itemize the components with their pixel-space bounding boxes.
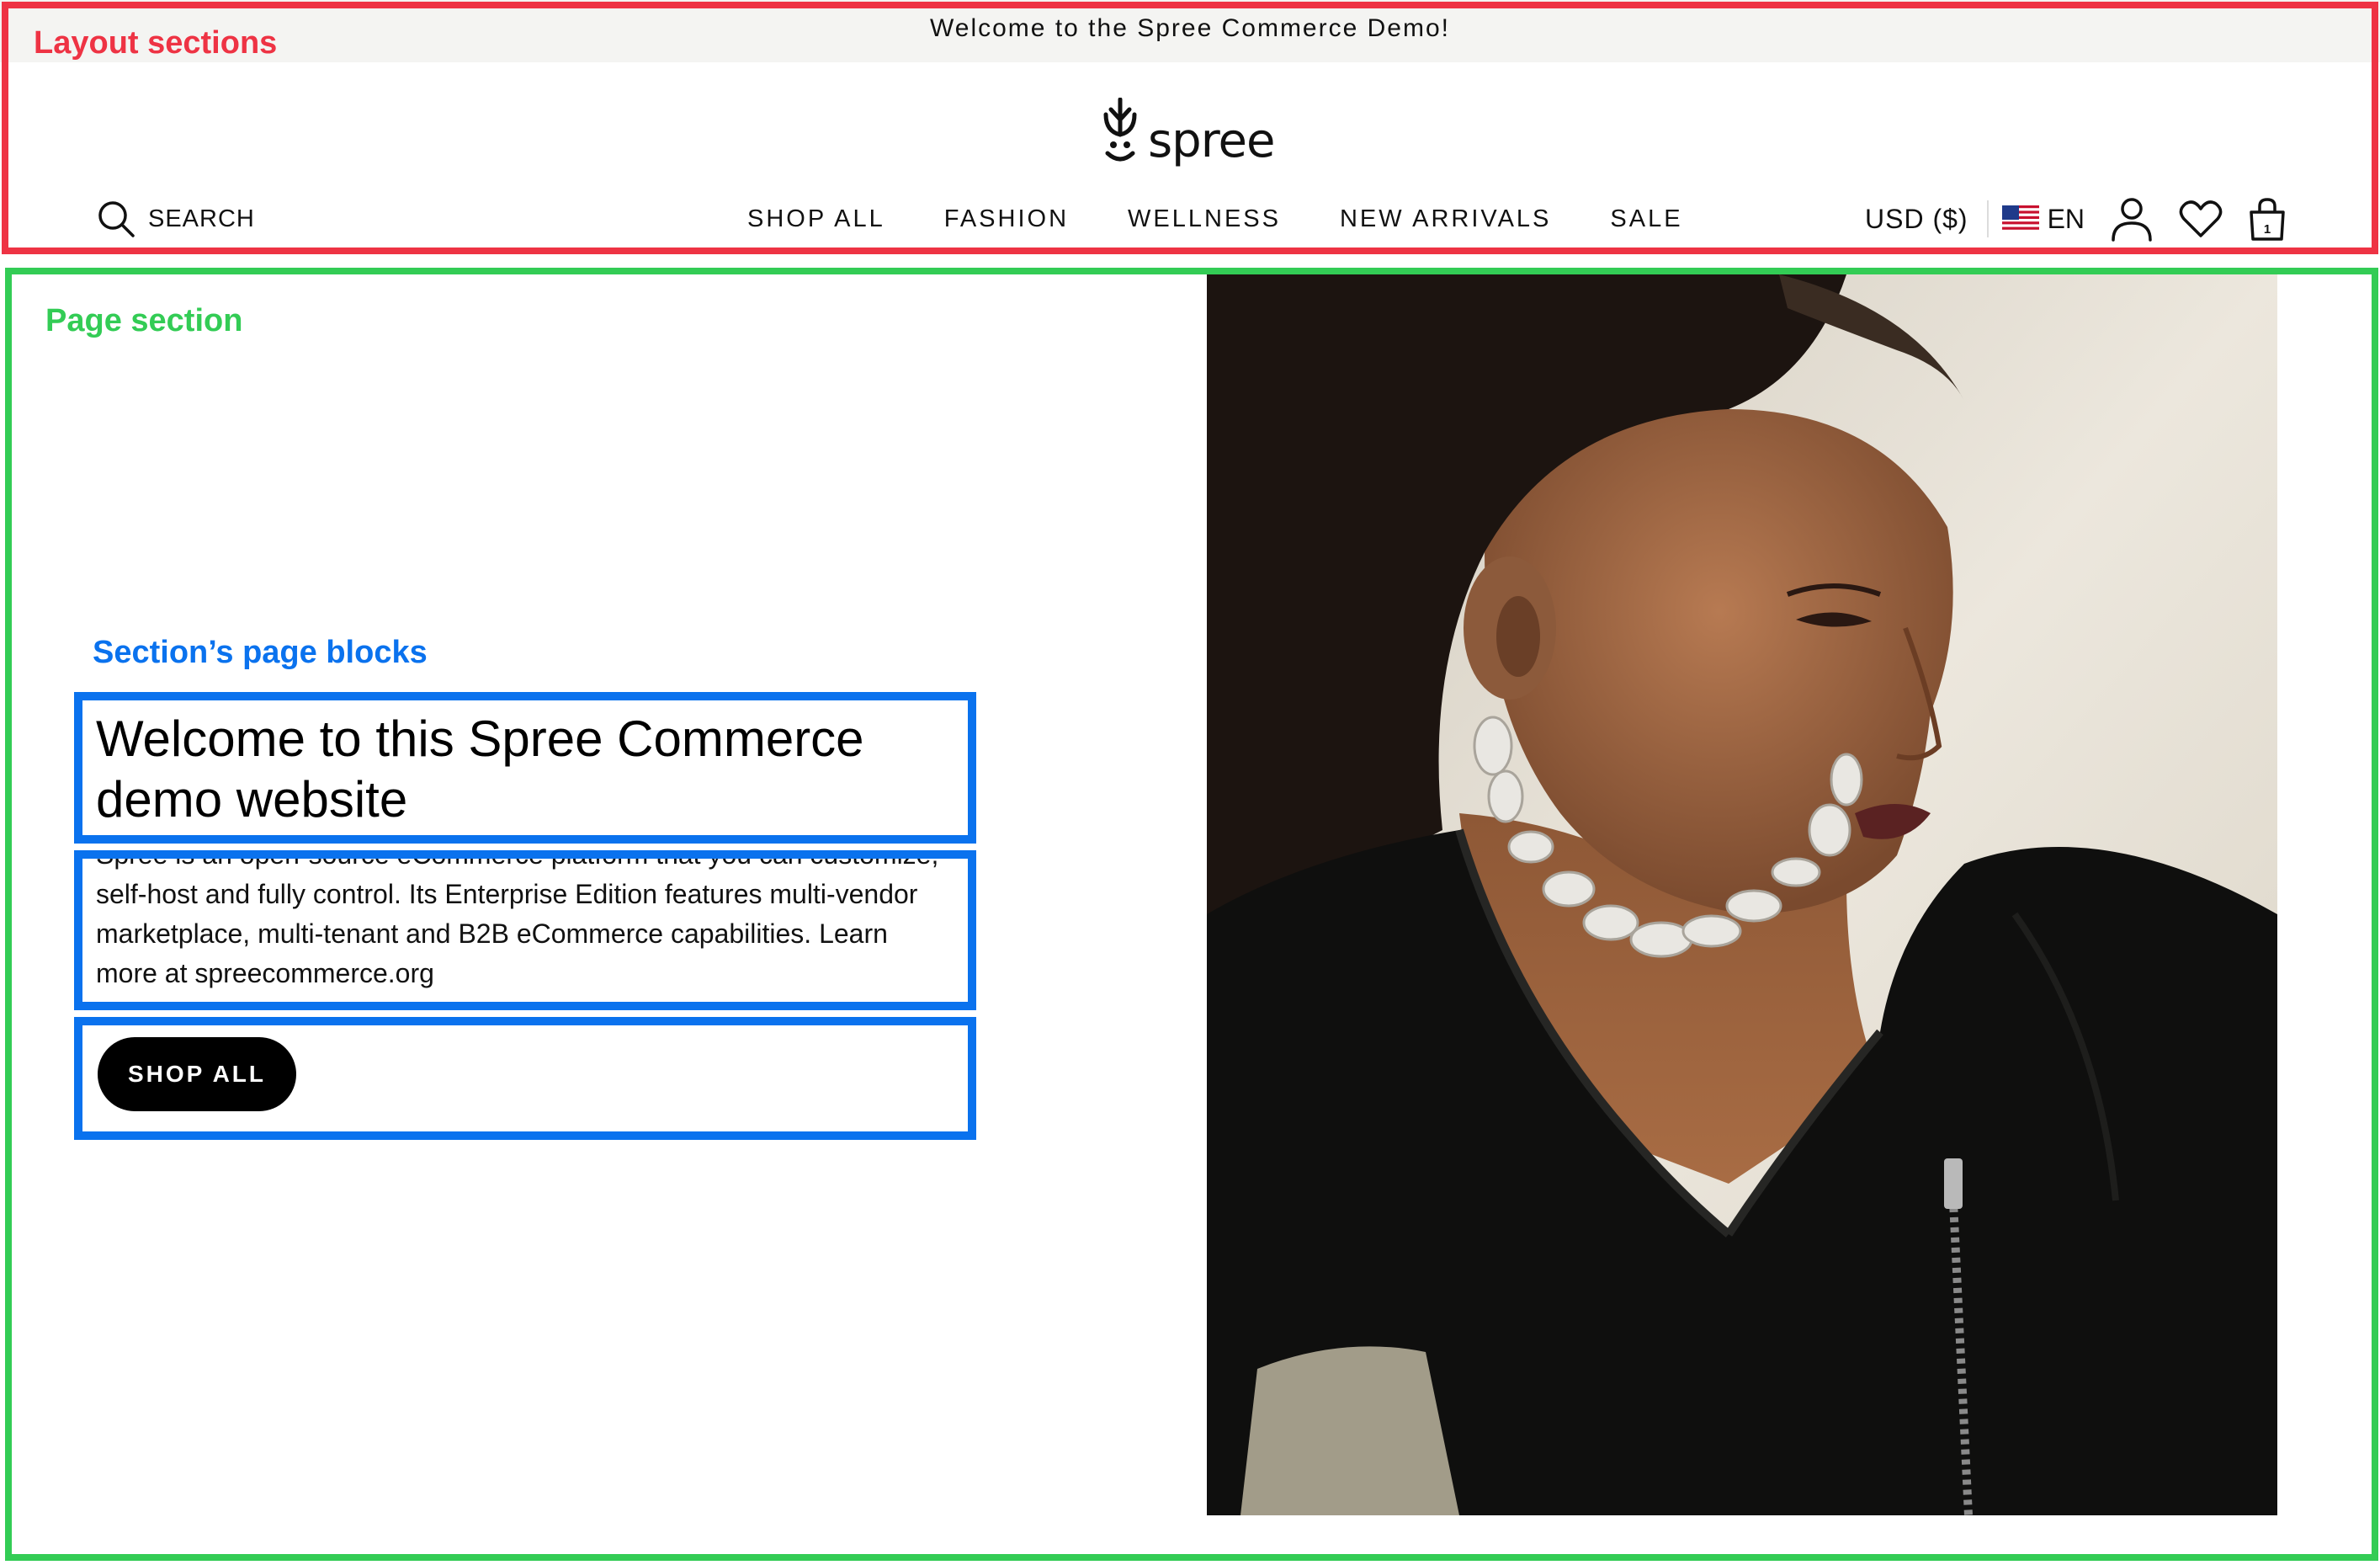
hero-description-text: Spree is an open-source eCommerce platfo… [96,850,939,988]
nav-new-arrivals[interactable]: NEW ARRIVALS [1340,205,1551,233]
hero-model-photo [1207,274,2277,1515]
spree-logo[interactable]: spree [1099,93,1275,168]
hero-description: Spree is an open-source eCommerce platfo… [96,850,954,1005]
announcement-bar: Welcome to the Spree Commerce Demo! [0,0,2380,62]
nav-fashion[interactable]: FASHION [944,205,1069,233]
page-section-label: Page section [45,303,243,338]
language-label: EN [2047,203,2085,234]
main-navigation: SHOP ALL FASHION WELLNESS NEW ARRIVALS S… [747,202,1683,236]
nav-shop-all[interactable]: SHOP ALL [747,205,885,233]
language-selector[interactable]: EN [2001,203,2085,235]
page-blocks-label: Section’s page blocks [93,635,428,670]
logo-text: spree [1148,114,1275,168]
cart-button[interactable]: 1 [2248,197,2287,241]
hero-title: Welcome to this Spree Commerce demo webs… [96,711,864,828]
header-utilities: USD ($) EN 1 [1865,192,2287,246]
nav-wellness[interactable]: WELLNESS [1128,205,1281,233]
search-label: SEARCH [148,205,255,232]
cart-count: 1 [2264,222,2271,237]
hero-image [1207,274,2277,1515]
cart-bag-icon: 1 [2250,198,2285,241]
layout-sections-label: Layout sections [34,25,278,61]
wishlist-heart-icon [2179,200,2223,237]
spree-logo-icon [1103,98,1137,162]
shop-all-button[interactable]: SHOP ALL [98,1037,296,1111]
flag-us-icon [2001,205,2039,232]
search-button[interactable]: SEARCH [96,195,255,242]
search-icon [98,201,135,237]
nav-sale[interactable]: SALE [1610,205,1682,233]
currency-selector[interactable]: USD ($) [1865,200,1989,237]
announcement-text: Welcome to the Spree Commerce Demo! [930,14,1450,42]
account-button[interactable] [2110,196,2154,242]
wishlist-button[interactable] [2179,199,2223,239]
account-icon [2112,198,2152,242]
